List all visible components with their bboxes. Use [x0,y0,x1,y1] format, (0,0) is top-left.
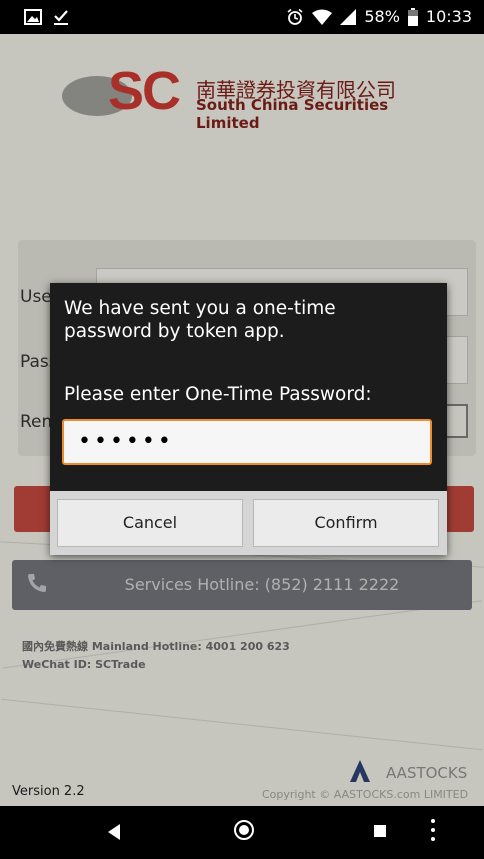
clock: 10:33 [425,7,472,26]
cancel-button[interactable]: Cancel [57,499,243,547]
dialog-button-bar: Cancel Confirm [50,491,447,555]
battery-icon [407,7,418,26]
screen: 58% 10:33 SC 南華證券投資有限公司 South China Secu… [0,0,484,859]
otp-dialog: We have sent you a one-time password by … [50,283,447,555]
menu-icon[interactable] [431,819,435,845]
otp-input[interactable]: •••••• [62,419,432,465]
wifi-icon [312,9,333,25]
battery-percent: 58% [364,7,400,26]
alarm-icon [287,8,303,25]
back-icon[interactable] [108,824,120,840]
home-icon[interactable] [234,820,254,840]
status-bar: 58% 10:33 [0,0,484,34]
dialog-prompt: Please enter One-Time Password: [64,384,372,405]
image-icon [24,9,42,25]
signal-icon [340,8,357,25]
navigation-bar [0,806,484,859]
confirm-button[interactable]: Confirm [253,499,439,547]
download-check-icon [54,10,68,25]
recent-apps-icon[interactable] [374,825,386,837]
dialog-message: We have sent you a one-time password by … [64,298,336,342]
